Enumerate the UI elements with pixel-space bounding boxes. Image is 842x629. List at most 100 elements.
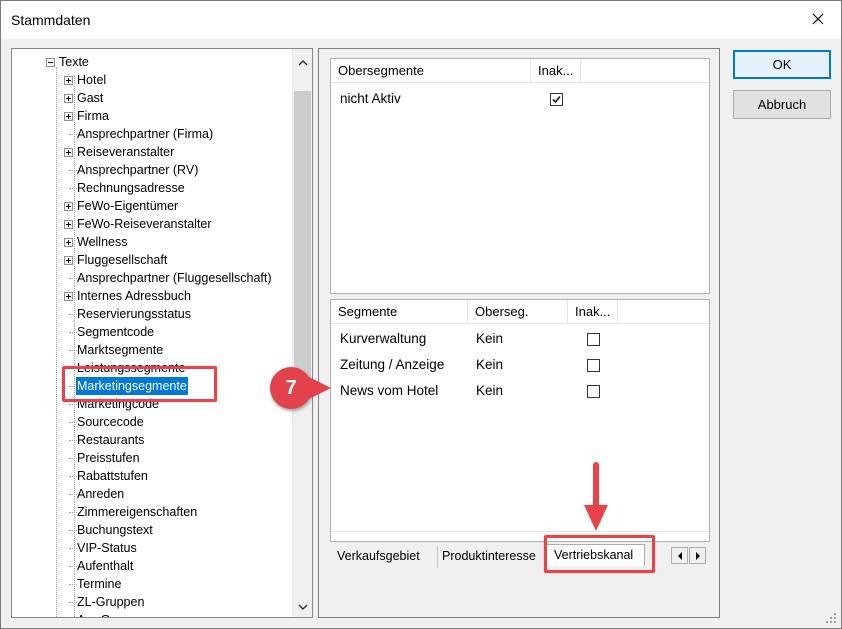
highlight-vertriebskanal-tab xyxy=(544,535,655,573)
expand-icon[interactable] xyxy=(64,220,73,229)
table-row[interactable]: nicht Aktiv xyxy=(331,86,709,112)
tree-item[interactable]: Ansprechpartner (RV) xyxy=(12,161,292,179)
column-header-segmente[interactable]: Segmente xyxy=(331,300,468,324)
scroll-down-button[interactable] xyxy=(293,595,312,615)
down-arrow-icon xyxy=(584,462,608,531)
expand-icon[interactable] xyxy=(64,202,73,211)
resize-grip-icon[interactable] xyxy=(825,612,837,624)
tree-item-label: FeWo-Eigentümer xyxy=(77,199,179,213)
tree-item-label: Fluggesellschaft xyxy=(77,253,168,267)
title-bar: Stammdaten xyxy=(1,1,841,39)
tree-scrollbar[interactable] xyxy=(292,49,312,617)
highlight-marketingsegmente xyxy=(62,366,217,402)
tree-item[interactable]: Reiseveranstalter xyxy=(12,143,292,161)
segment-name: Zeitung / Anzeige xyxy=(340,357,445,372)
column-header-inaktiv[interactable]: Inak... xyxy=(531,59,581,83)
expand-icon[interactable] xyxy=(64,256,73,265)
tree-item[interactable]: Arr.-Gruppen xyxy=(12,611,292,617)
tree-item[interactable]: Hotel xyxy=(12,71,292,89)
table-row[interactable]: Zeitung / Anzeige Kein xyxy=(331,352,709,378)
tree-item-texte[interactable]: Texte xyxy=(12,53,292,71)
expand-icon[interactable] xyxy=(64,292,73,301)
tree-item[interactable]: Ansprechpartner (Fluggesellschaft) xyxy=(12,269,292,287)
expand-icon[interactable] xyxy=(64,148,73,157)
obersegmente-grid[interactable]: Obersegmente Inak... nicht Aktiv xyxy=(330,58,710,294)
expand-icon[interactable] xyxy=(64,238,73,247)
table-row[interactable]: Kurverwaltung Kein xyxy=(331,326,709,352)
tab-scroll-right-button[interactable] xyxy=(689,547,706,564)
close-button[interactable] xyxy=(795,1,841,39)
column-header-inaktiv[interactable]: Inak... xyxy=(568,300,618,324)
segment-name: News vom Hotel xyxy=(340,383,439,398)
tree-item[interactable]: Wellness xyxy=(12,233,292,251)
tree-item-label: Aufenthalt xyxy=(77,559,134,573)
segment-name: Kurverwaltung xyxy=(340,331,427,346)
tree-item-label: Preisstufen xyxy=(77,451,140,465)
tree-item-label: Arr.-Gruppen xyxy=(76,611,150,617)
tree-item-label: Zimmereigenschaften xyxy=(77,505,198,519)
tree-item[interactable]: VIP-Status xyxy=(12,539,292,557)
tree-item[interactable]: Buchungstext xyxy=(12,521,292,539)
grid-header: Obersegmente Inak... xyxy=(331,59,709,83)
collapse-icon[interactable] xyxy=(46,58,55,67)
tree-item-label: Buchungstext xyxy=(77,523,153,537)
inactive-checkbox[interactable] xyxy=(587,359,600,372)
tree-item[interactable]: Fluggesellschaft xyxy=(12,251,292,269)
tree-item[interactable]: Ansprechpartner (Firma) xyxy=(12,125,292,143)
triangle-left-icon xyxy=(677,548,683,563)
table-row[interactable]: News vom Hotel Kein xyxy=(331,378,709,404)
tree-item-label: Texte xyxy=(59,55,89,69)
scroll-up-button[interactable] xyxy=(293,51,312,71)
tree-item[interactable]: Marktsegmente xyxy=(12,341,292,359)
tree-item-label: Segmentcode xyxy=(77,325,155,339)
chevron-down-icon xyxy=(298,598,308,613)
stammdaten-dialog: Stammdaten Texte Hotel Gast Firma Ansprechp… xyxy=(0,0,842,629)
segment-parent: Kein xyxy=(476,357,504,372)
tree-item-label: Internes Adressbuch xyxy=(77,289,191,303)
segment-parent: Kein xyxy=(476,331,504,346)
tree-item-label: Anreden xyxy=(77,487,125,501)
expand-icon[interactable] xyxy=(64,94,73,103)
tree-item[interactable]: Reservierungsstatus xyxy=(12,305,292,323)
tree-item-label: Gast xyxy=(77,91,104,105)
tree-item[interactable]: Anreden xyxy=(12,485,292,503)
tree-item-label: Wellness xyxy=(77,235,128,249)
ok-button[interactable]: OK xyxy=(733,50,831,79)
expand-icon[interactable] xyxy=(64,76,73,85)
column-header-oberseg[interactable]: Oberseg. xyxy=(468,300,568,324)
inactive-checkbox[interactable] xyxy=(587,333,600,346)
tree-item[interactable]: Sourcecode xyxy=(12,413,292,431)
tree-item-label: Restaurants xyxy=(77,433,145,447)
tree-item[interactable]: Aufenthalt xyxy=(12,557,292,575)
tree-item-label: Firma xyxy=(77,109,109,123)
tab-scroll-left-button[interactable] xyxy=(671,547,688,564)
tree-item[interactable]: Segmentcode xyxy=(12,323,292,341)
expand-icon[interactable] xyxy=(64,112,73,121)
tree-item[interactable]: ZL-Gruppen xyxy=(12,593,292,611)
grid-header: Segmente Oberseg. Inak... xyxy=(331,300,709,324)
column-header-obersegmente[interactable]: Obersegmente xyxy=(331,59,531,83)
tab-produktinteresse[interactable]: Produktinteresse xyxy=(437,546,540,568)
tree-item[interactable]: Termine xyxy=(12,575,292,593)
tree-item-label: Marktsegmente xyxy=(77,343,164,357)
inactive-checkbox[interactable] xyxy=(550,93,563,106)
segment-parent: Kein xyxy=(476,383,504,398)
tree-item[interactable]: Preisstufen xyxy=(12,449,292,467)
category-tree[interactable]: Texte Hotel Gast Firma Ansprechpartner (Fir… xyxy=(11,48,313,618)
tree-item[interactable]: Gast xyxy=(12,89,292,107)
inactive-checkbox[interactable] xyxy=(587,385,600,398)
tree-item[interactable]: Firma xyxy=(12,107,292,125)
tab-verkaufsgebiet[interactable]: Verkaufsgebiet xyxy=(333,546,424,568)
tree-item[interactable]: Rechnungsadresse xyxy=(12,179,292,197)
tree-item[interactable]: FeWo-Reiseveranstalter xyxy=(12,215,292,233)
segmente-grid[interactable]: Segmente Oberseg. Inak... Kurverwaltung … xyxy=(330,299,710,542)
tree-item[interactable]: Internes Adressbuch xyxy=(12,287,292,305)
tree-item[interactable]: Zimmereigenschaften xyxy=(12,503,292,521)
tree-item[interactable]: Rabattstufen xyxy=(12,467,292,485)
tree-item[interactable]: Restaurants xyxy=(12,431,292,449)
tree-item[interactable]: FeWo-Eigentümer xyxy=(12,197,292,215)
tree-item-label: ZL-Gruppen xyxy=(77,595,145,609)
cancel-button[interactable]: Abbruch xyxy=(733,90,831,119)
scroll-thumb[interactable] xyxy=(294,91,311,391)
close-icon xyxy=(812,13,824,28)
